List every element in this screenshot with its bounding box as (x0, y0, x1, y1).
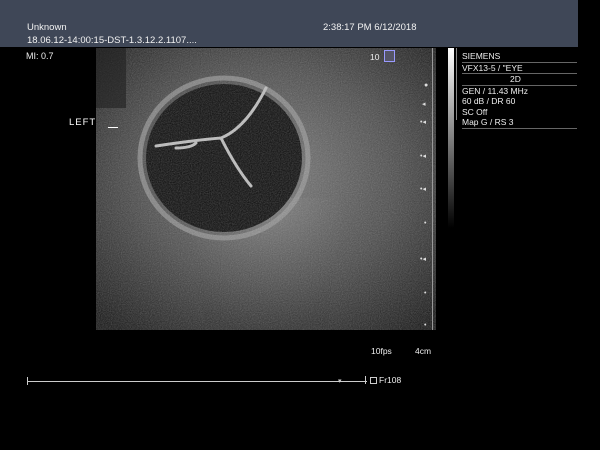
cine-start-marker[interactable] (27, 377, 28, 385)
side-label: LEFT (69, 117, 97, 128)
depth-tick: •◂ (420, 119, 426, 126)
study-id: 18.06.12-14:00:15-DST-1.3.12.2.1107.... (27, 35, 197, 46)
depth-tick: • (424, 290, 427, 297)
depth-ruler (432, 48, 433, 330)
depth-tick: • (424, 322, 427, 329)
depth-tick: •◂ (420, 186, 426, 193)
mechanical-index: MI: 0.7 (26, 51, 54, 61)
cine-timeline[interactable] (27, 381, 367, 382)
side-label-marker (108, 127, 118, 128)
imaging-mode: 2D (462, 74, 577, 86)
depth-tick: ● (424, 82, 429, 89)
document-icon[interactable] (384, 50, 395, 62)
frame-rate: 10fps (371, 346, 392, 356)
depth-value: 4cm (415, 346, 432, 356)
manufacturer: SIEMENS (462, 51, 577, 63)
settings-panel: SIEMENS VFX13-5 / "EYE 2D GEN / 11.43 MH… (462, 51, 577, 129)
patient-name: Unknown (27, 22, 67, 33)
gain-dynamic-range: 60 dB / DR 60 (462, 96, 516, 106)
grayscale-bar (448, 48, 454, 228)
sc-setting: SC Off (462, 106, 488, 117)
frequency: GEN / 11.43 MHz (462, 85, 528, 96)
ultrasound-image (96, 48, 436, 330)
cine-position-marker-icon[interactable]: ▾ (338, 377, 342, 385)
settings-divider (456, 48, 457, 120)
depth-tick: •◂ (420, 256, 426, 263)
map-setting: Map G / RS 3 (462, 117, 577, 129)
date-time: 2:38:17 PM 6/12/2018 (323, 22, 417, 33)
depth-tick: • (424, 220, 427, 227)
frame-icon (370, 377, 377, 384)
header-bar: Unknown 2:38:17 PM 6/12/2018 18.06.12-14… (0, 0, 578, 47)
frame-counter: 10 (370, 52, 380, 62)
transducer: VFX13-5 / "EYE (462, 63, 577, 74)
focus-marker-icon: ◂ (422, 101, 426, 108)
depth-tick: •◂ (420, 153, 426, 160)
frame-number: Fr108 (379, 375, 402, 385)
